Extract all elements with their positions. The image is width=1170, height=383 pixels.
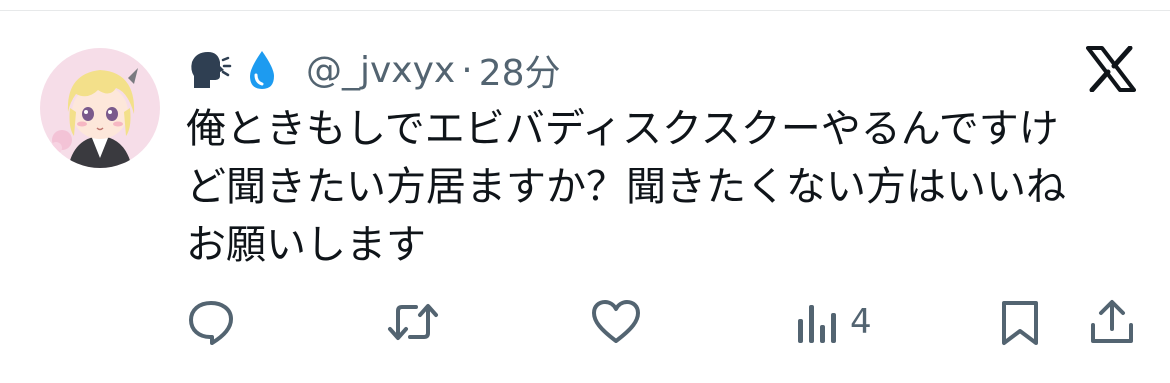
- action-bar: 4: [0, 292, 1170, 352]
- retweet-icon: [386, 297, 440, 347]
- views-button[interactable]: 4: [796, 292, 872, 352]
- tweet-text-line: お願いします: [186, 222, 426, 268]
- like-button[interactable]: [590, 292, 642, 352]
- tweet-text: 俺ときもしでエビバディスクスクーやるんですけ ど聞きたい方居ますか？聞きたくない…: [186, 100, 1146, 274]
- reply-button[interactable]: [186, 292, 236, 352]
- bookmark-icon: [998, 297, 1042, 347]
- tweet-header: @_jvxyx · 28分: [188, 44, 561, 96]
- tweet-text-line: 俺ときもしでエビバディスクスクーやるんですけ: [186, 106, 1059, 152]
- avatar[interactable]: [40, 48, 160, 168]
- share-icon: [1088, 297, 1136, 347]
- bookmark-button[interactable]: [998, 292, 1042, 352]
- speaking-head-emoji: [188, 48, 232, 92]
- x-logo-icon: [1086, 45, 1136, 93]
- timestamp[interactable]: 28分: [479, 44, 561, 96]
- views-icon: [796, 297, 838, 347]
- reply-icon: [186, 297, 236, 347]
- droplet-emoji: [240, 48, 284, 92]
- share-button[interactable]: [1088, 292, 1136, 352]
- user-handle[interactable]: @_jvxyx: [306, 50, 455, 91]
- views-count: 4: [850, 302, 872, 342]
- separator: ·: [461, 49, 473, 91]
- tweet-text-line: ど聞きたい方居ますか？聞きたくない方はいいね: [186, 164, 1066, 210]
- retweet-button[interactable]: [386, 292, 440, 352]
- heart-icon: [590, 297, 642, 347]
- divider: [0, 10, 1170, 11]
- tweet-card[interactable]: @_jvxyx · 28分 俺ときもしでエビバディスクスクーやるんですけ ど聞き…: [0, 0, 1170, 383]
